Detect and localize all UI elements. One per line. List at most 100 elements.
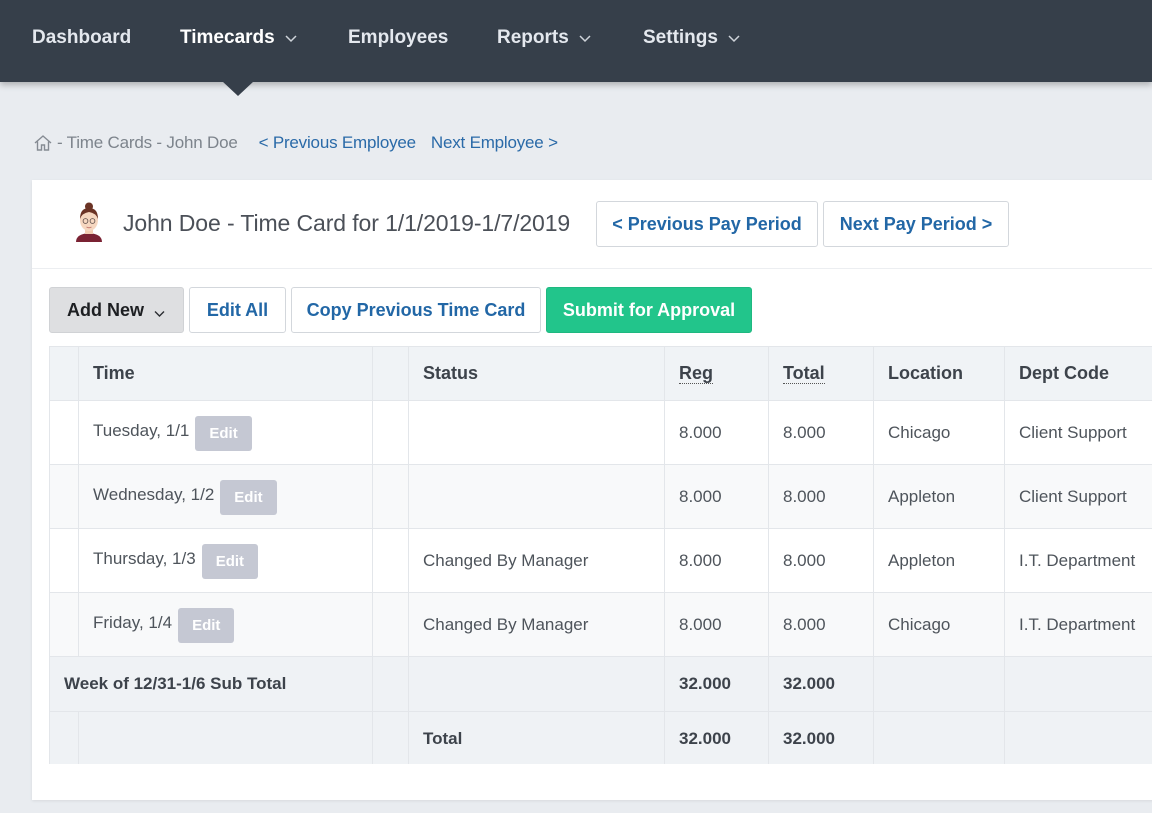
day-cell — [78, 711, 373, 764]
header-total[interactable]: Total — [768, 346, 874, 401]
nav-employees-label: Employees — [348, 27, 449, 48]
nav-reports[interactable]: Reports — [497, 26, 592, 50]
edit-day-button[interactable]: Edit — [220, 480, 277, 515]
edit-day-button[interactable]: Edit — [201, 544, 259, 579]
spacer-cell — [372, 592, 409, 657]
row-select-cell — [49, 592, 79, 657]
day-label: Tuesday, 1/1 — [93, 420, 190, 440]
nav-dashboard-label: Dashboard — [32, 27, 132, 48]
location-cell — [873, 711, 1005, 764]
location-cell: Appleton — [873, 528, 1005, 593]
total-cell: 8.000 — [768, 592, 874, 657]
timecard-table-container: Time Status Reg Total Location Dept Code… — [49, 346, 1152, 764]
previous-pay-period-button[interactable]: < Previous Pay Period — [596, 201, 818, 247]
nav-timecards-label: Timecards — [180, 27, 275, 48]
edit-day-button[interactable]: Edit — [178, 608, 235, 643]
row-select-cell — [49, 528, 79, 593]
add-new-label: Add New — [66, 299, 144, 320]
copy-previous-timecard-button[interactable]: Copy Previous Time Card — [291, 287, 541, 333]
day-cell: Wednesday, 1/2 Edit — [78, 464, 373, 529]
edit-all-button[interactable]: Edit All — [189, 287, 286, 333]
day-cell: Friday, 1/4 Edit — [78, 592, 373, 657]
nav-dashboard[interactable]: Dashboard — [32, 26, 131, 50]
header-spacer — [372, 346, 409, 401]
breadcrumb-path: - Time Cards - John Doe — [57, 133, 238, 152]
header-reg[interactable]: Reg — [664, 346, 769, 401]
spacer-cell — [372, 400, 409, 465]
total-cell: 8.000 — [768, 528, 874, 593]
submit-for-approval-button[interactable]: Submit for Approval — [546, 287, 752, 333]
nav-timecards[interactable]: Timecards — [180, 26, 298, 50]
spacer-cell — [372, 656, 409, 712]
spacer-cell — [372, 464, 409, 529]
timecard-panel: John Doe - Time Card for 1/1/2019-1/7/20… — [32, 180, 1152, 800]
total-cell: 8.000 — [768, 464, 874, 529]
chevron-down-icon — [284, 31, 298, 45]
table-row: Wednesday, 1/2 Edit 8.000 8.000 Appleton … — [49, 464, 1152, 529]
reg-cell: 8.000 — [664, 464, 769, 529]
next-pay-period-button[interactable]: Next Pay Period > — [823, 201, 1009, 247]
spacer-cell — [372, 711, 409, 764]
day-cell: Thursday, 1/3 Edit — [78, 528, 373, 593]
grand-total-label: Total — [408, 711, 665, 764]
status-cell — [408, 400, 665, 465]
reg-cell: 8.000 — [664, 528, 769, 593]
table-row: Tuesday, 1/1 Edit 8.000 8.000 Chicago Cli… — [49, 400, 1152, 465]
location-cell — [873, 656, 1005, 712]
day-cell: Tuesday, 1/1 Edit — [78, 400, 373, 465]
spacer-cell — [372, 528, 409, 593]
card-header: John Doe - Time Card for 1/1/2019-1/7/20… — [32, 180, 1152, 269]
dept-cell: Client Support — [1004, 464, 1152, 529]
previous-employee-link[interactable]: < Previous Employee — [259, 133, 417, 153]
header-status[interactable]: Status — [408, 346, 665, 401]
location-cell: Appleton — [873, 464, 1005, 529]
subtotal-label: Week of 12/31-1/6 Sub Total — [49, 656, 373, 712]
active-nav-pointer — [222, 81, 254, 96]
nav-employees[interactable]: Employees — [348, 26, 448, 50]
edit-day-button[interactable]: Edit — [195, 416, 252, 451]
nav-settings-label: Settings — [643, 27, 718, 48]
table-header-row: Time Status Reg Total Location Dept Code — [49, 346, 1152, 401]
header-total-label: Total — [783, 363, 825, 384]
nav-reports-label: Reports — [497, 27, 569, 48]
row-select-cell — [49, 711, 79, 764]
add-new-button[interactable]: Add New — [49, 287, 184, 333]
chevron-down-icon — [153, 304, 166, 317]
dept-cell — [1004, 656, 1152, 712]
dept-cell: I.T. Department — [1004, 528, 1152, 593]
user-avatar-icon — [76, 202, 102, 242]
total-cell: 8.000 — [768, 400, 874, 465]
grand-total-reg: 32.000 — [664, 711, 769, 764]
header-location[interactable]: Location — [873, 346, 1005, 401]
table-row: Thursday, 1/3 Edit Changed By Manager 8.0… — [49, 528, 1152, 593]
home-icon[interactable] — [33, 133, 53, 153]
dept-cell: I.T. Department — [1004, 592, 1152, 657]
grand-total-total: 32.000 — [768, 711, 874, 764]
row-select-cell — [49, 464, 79, 529]
grand-total-row: Total 32.000 32.000 — [49, 711, 1152, 764]
next-employee-link[interactable]: Next Employee > — [431, 133, 558, 153]
table-row: Friday, 1/4 Edit Changed By Manager 8.000… — [49, 592, 1152, 657]
subtotal-reg: 32.000 — [664, 656, 769, 712]
header-dept-code[interactable]: Dept Code — [1004, 346, 1152, 401]
day-label: Friday, 1/4 — [93, 612, 173, 632]
location-cell: Chicago — [873, 592, 1005, 657]
chevron-down-icon — [578, 31, 592, 45]
nav-settings[interactable]: Settings — [643, 26, 741, 50]
breadcrumb: - Time Cards - John Doe < Previous Emplo… — [33, 131, 558, 155]
timecard-title: John Doe - Time Card for 1/1/2019-1/7/20… — [123, 210, 571, 236]
day-label: Wednesday, 1/2 — [93, 484, 215, 504]
subtotal-row: Week of 12/31-1/6 Sub Total 32.000 32.00… — [49, 656, 1152, 712]
header-select — [49, 346, 79, 401]
status-cell: Changed By Manager — [408, 528, 665, 593]
reg-cell: 8.000 — [664, 592, 769, 657]
header-reg-label: Reg — [679, 363, 714, 384]
header-time[interactable]: Time — [78, 346, 373, 401]
status-cell: Changed By Manager — [408, 592, 665, 657]
dept-cell — [1004, 711, 1152, 764]
dept-cell: Client Support — [1004, 400, 1152, 465]
status-cell — [408, 464, 665, 529]
location-cell: Chicago — [873, 400, 1005, 465]
top-navigation: Dashboard Timecards Employees Reports Se… — [0, 0, 1152, 82]
row-select-cell — [49, 400, 79, 465]
